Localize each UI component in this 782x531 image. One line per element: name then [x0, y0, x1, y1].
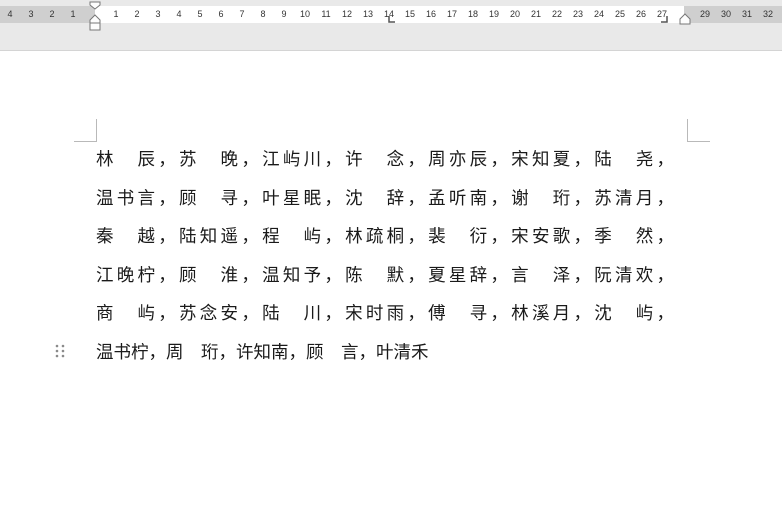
ruler-tick: 25 — [614, 9, 626, 19]
horizontal-ruler[interactable]: 4 3 2 1 1 2 3 4 5 6 7 8 9 10 11 12 13 14… — [0, 0, 782, 51]
ruler-tick: 26 — [635, 9, 647, 19]
text-line: 商 屿，苏念安，陆 川，宋时雨，傅 寻，林溪月，沈 屿， — [96, 299, 686, 338]
ruler-tick: 3 — [28, 9, 34, 19]
ruler-tick: 5 — [197, 9, 203, 19]
ruler-tick: 4 — [7, 9, 13, 19]
ruler-tick: 10 — [299, 9, 311, 19]
ruler-tick: 29 — [699, 9, 711, 19]
tab-stop-icon[interactable] — [661, 16, 669, 24]
tab-stop-icon[interactable] — [387, 16, 395, 24]
indent-marker-icon[interactable] — [89, 1, 101, 31]
ruler-tick: 23 — [572, 9, 584, 19]
line-text: 温书言，顾 寻，叶星眠，沈 辞，孟听南，谢 珩，苏清月， — [96, 188, 674, 209]
line-text: 温书柠，周 珩，许知南，顾 言，叶清禾 — [96, 342, 429, 363]
ruler-tick: 12 — [341, 9, 353, 19]
ruler-tick: 1 — [70, 9, 76, 19]
ruler-tick: 6 — [218, 9, 224, 19]
ruler-tick: 19 — [488, 9, 500, 19]
ruler-tick: 22 — [551, 9, 563, 19]
ruler-tick: 30 — [720, 9, 732, 19]
ruler-tick: 7 — [239, 9, 245, 19]
ruler-tick: 9 — [281, 9, 287, 19]
document-body[interactable]: 林 辰，苏 晚，江屿川，许 念，周亦辰，宋知夏，陆 尧， 温书言，顾 寻，叶星眠… — [96, 145, 686, 377]
ruler-tick: 13 — [362, 9, 374, 19]
line-text: 商 屿，苏念安，陆 川，宋时雨，傅 寻，林溪月，沈 屿， — [96, 304, 674, 325]
text-line: 秦 越，陆知遥，程 屿，林疏桐，裴 衍，宋安歌，季 然， — [96, 222, 686, 261]
ruler-tick: 17 — [446, 9, 458, 19]
ruler-tick: 31 — [741, 9, 753, 19]
right-indent-icon[interactable] — [679, 13, 691, 25]
ruler-tick: 8 — [260, 9, 266, 19]
ruler-tick: 2 — [49, 9, 55, 19]
ruler-tick: 32 — [762, 9, 774, 19]
ruler-tick: 11 — [321, 9, 331, 19]
drag-handle-icon[interactable] — [54, 343, 66, 359]
text-line: 江晚柠，顾 淮，温知予，陈 默，夏星辞，言 泽，阮清欢， — [96, 261, 686, 300]
ruler-tick: 20 — [509, 9, 521, 19]
line-text: 秦 越，陆知遥，程 屿，林疏桐，裴 衍，宋安歌，季 然， — [96, 227, 674, 248]
ruler-tick: 21 — [530, 9, 542, 19]
text-line: 林 辰，苏 晚，江屿川，许 念，周亦辰，宋知夏，陆 尧， — [96, 145, 686, 184]
margin-corner-mark — [687, 119, 710, 142]
ruler-tick: 2 — [134, 9, 140, 19]
ruler-tick: 15 — [404, 9, 416, 19]
text-line: 温书言，顾 寻，叶星眠，沈 辞，孟听南，谢 珩，苏清月， — [96, 184, 686, 223]
ruler-tick: 3 — [155, 9, 161, 19]
ruler-tick: 24 — [593, 9, 605, 19]
ruler-tick: 1 — [113, 9, 119, 19]
ruler-tick: 18 — [467, 9, 479, 19]
margin-corner-mark — [74, 119, 97, 142]
text-line: 温书柠，周 珩，许知南，顾 言，叶清禾 — [96, 338, 686, 377]
line-text: 林 辰，苏 晚，江屿川，许 念，周亦辰，宋知夏，陆 尧， — [96, 150, 674, 170]
line-text: 江晚柠，顾 淮，温知予，陈 默，夏星辞，言 泽，阮清欢， — [96, 265, 674, 286]
ruler-tick: 4 — [176, 9, 182, 19]
ruler-tick: 16 — [425, 9, 437, 19]
